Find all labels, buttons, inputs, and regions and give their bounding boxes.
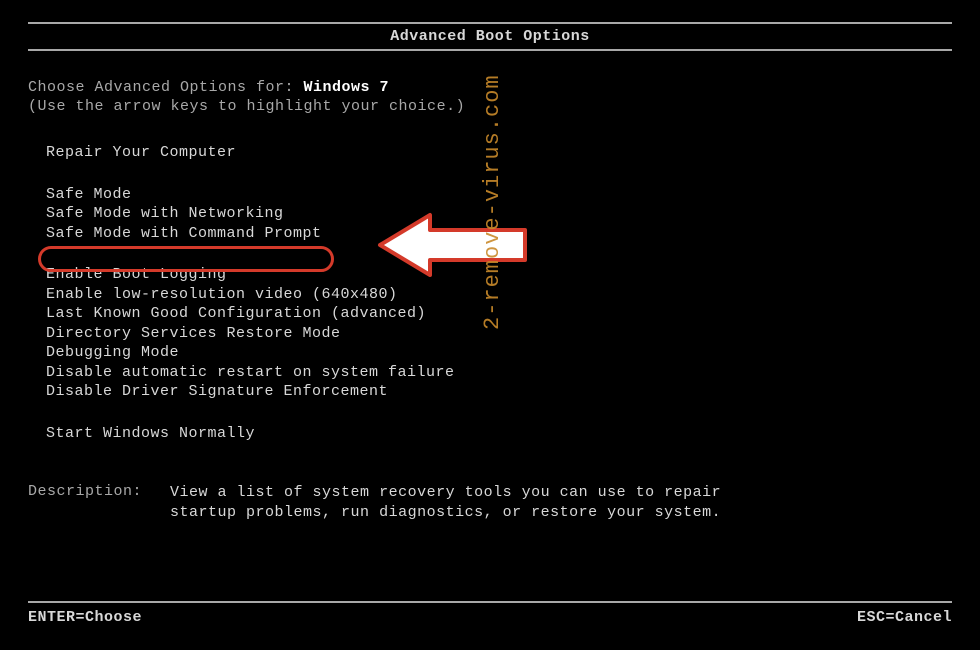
menu-group-safemode: Safe Mode Safe Mode with Networking Safe…	[46, 185, 952, 244]
menu-item-safe-mode-cmd[interactable]: Safe Mode with Command Prompt	[46, 224, 952, 244]
intro-os: Windows 7	[304, 79, 390, 96]
intro-prefix: Choose Advanced Options for:	[28, 79, 304, 96]
menu-item-repair[interactable]: Repair Your Computer	[46, 143, 952, 163]
menu-item-boot-logging[interactable]: Enable Boot Logging	[46, 265, 952, 285]
title-bar: Advanced Boot Options	[28, 22, 952, 51]
intro-line: Choose Advanced Options for: Windows 7	[28, 79, 952, 96]
menu-item-low-res[interactable]: Enable low-resolution video (640x480)	[46, 285, 952, 305]
menu-group-advanced: Enable Boot Logging Enable low-resolutio…	[46, 265, 952, 402]
footer-esc: ESC=Cancel	[857, 609, 952, 626]
intro-hint: (Use the arrow keys to highlight your ch…	[28, 98, 952, 115]
menu-item-disable-driver-sig[interactable]: Disable Driver Signature Enforcement	[46, 382, 952, 402]
menu-item-safe-mode-networking[interactable]: Safe Mode with Networking	[46, 204, 952, 224]
menu-item-debugging[interactable]: Debugging Mode	[46, 343, 952, 363]
menu-item-ds-restore[interactable]: Directory Services Restore Mode	[46, 324, 952, 344]
description-label: Description:	[28, 483, 142, 522]
menu-item-safe-mode[interactable]: Safe Mode	[46, 185, 952, 205]
description-text: View a list of system recovery tools you…	[170, 483, 730, 522]
menu-item-last-known[interactable]: Last Known Good Configuration (advanced)	[46, 304, 952, 324]
description-block: Description: View a list of system recov…	[28, 483, 952, 522]
footer-divider	[28, 601, 952, 603]
menu-item-start-normally[interactable]: Start Windows Normally	[46, 424, 952, 444]
menu-group-normal: Start Windows Normally	[46, 424, 952, 444]
boot-screen: Advanced Boot Options Choose Advanced Op…	[0, 0, 980, 522]
page-title: Advanced Boot Options	[390, 28, 590, 45]
footer-enter: ENTER=Choose	[28, 609, 142, 626]
menu-group-repair: Repair Your Computer	[46, 143, 952, 163]
menu-item-disable-restart[interactable]: Disable automatic restart on system fail…	[46, 363, 952, 383]
footer: ENTER=Choose ESC=Cancel	[28, 601, 952, 626]
